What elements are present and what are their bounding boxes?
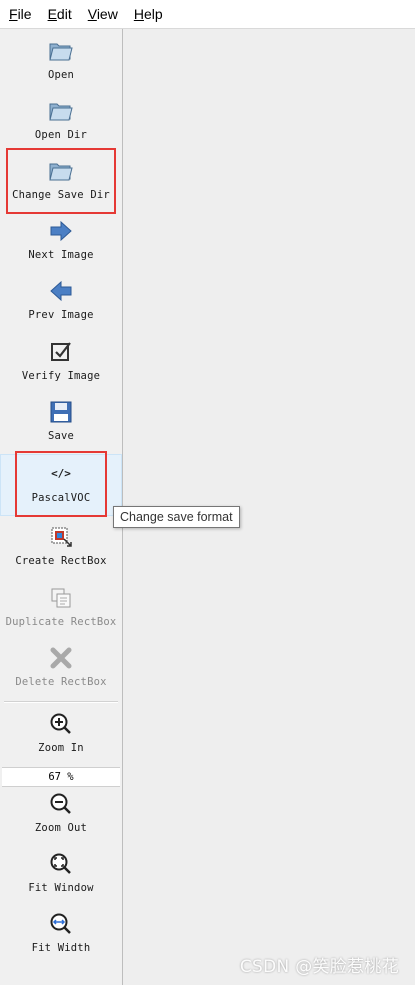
verify-image-button[interactable]: Verify Image: [0, 333, 122, 389]
prev-image-label: Prev Image: [28, 309, 94, 321]
menu-view[interactable]: View: [80, 0, 126, 28]
floppy-disk-icon: [48, 399, 74, 425]
fit-window-icon: [48, 851, 74, 877]
open-dir-button[interactable]: Open Dir: [0, 92, 122, 148]
menu-file[interactable]: File: [0, 0, 40, 28]
fit-window-label: Fit Window: [28, 882, 94, 894]
zoom-in-label: Zoom In: [38, 742, 84, 754]
zoom-in-button[interactable]: Zoom In: [0, 705, 122, 761]
duplicate-rectbox-button[interactable]: Duplicate RectBox: [0, 579, 122, 635]
prev-image-button[interactable]: Prev Image: [0, 272, 122, 328]
open-button[interactable]: Open: [0, 32, 122, 88]
zoom-value-field[interactable]: 67 %: [2, 767, 120, 787]
folder-icon: [48, 38, 74, 64]
fit-width-icon: [48, 911, 74, 937]
toolbar-divider: [4, 701, 118, 703]
create-rectbox-button[interactable]: Create RectBox: [0, 518, 122, 574]
next-image-button[interactable]: Next Image: [0, 212, 122, 268]
folder-icon: [48, 98, 74, 124]
zoom-in-icon: [48, 711, 74, 737]
zoom-value: 67 %: [48, 771, 74, 783]
verify-image-label: Verify Image: [21, 370, 101, 382]
save-button[interactable]: Save: [0, 393, 122, 449]
highlight-save-format: [15, 451, 107, 517]
tooltip: Change save format: [113, 506, 240, 528]
fit-width-label: Fit Width: [31, 942, 91, 954]
delete-rectbox-label: Delete RectBox: [15, 676, 107, 688]
menu-edit[interactable]: Edit: [40, 0, 80, 28]
rectbox-icon: [48, 524, 74, 550]
next-image-label: Next Image: [28, 249, 94, 261]
zoom-out-icon: [48, 791, 74, 817]
open-label: Open: [47, 69, 75, 81]
open-dir-label: Open Dir: [34, 129, 88, 141]
watermark: CSDN @笑脸惹桃花: [239, 957, 399, 977]
fit-window-button[interactable]: Fit Window: [0, 845, 122, 901]
zoom-out-label: Zoom Out: [34, 822, 88, 834]
menu-bar: File Edit View Help: [0, 0, 415, 29]
checkbox-icon: [48, 339, 74, 365]
arrow-left-icon: [48, 278, 74, 304]
fit-width-button[interactable]: Fit Width: [0, 905, 122, 961]
create-rectbox-label: Create RectBox: [15, 555, 107, 567]
duplicate-icon: [48, 585, 74, 611]
save-label: Save: [47, 430, 75, 442]
zoom-out-button[interactable]: Zoom Out: [0, 785, 122, 841]
arrow-right-icon: [48, 218, 74, 244]
highlight-change-save-dir: [6, 148, 116, 214]
x-icon: [48, 645, 74, 671]
menu-help[interactable]: Help: [126, 0, 171, 28]
delete-rectbox-button[interactable]: Delete RectBox: [0, 639, 122, 695]
duplicate-rectbox-label: Duplicate RectBox: [5, 616, 117, 628]
